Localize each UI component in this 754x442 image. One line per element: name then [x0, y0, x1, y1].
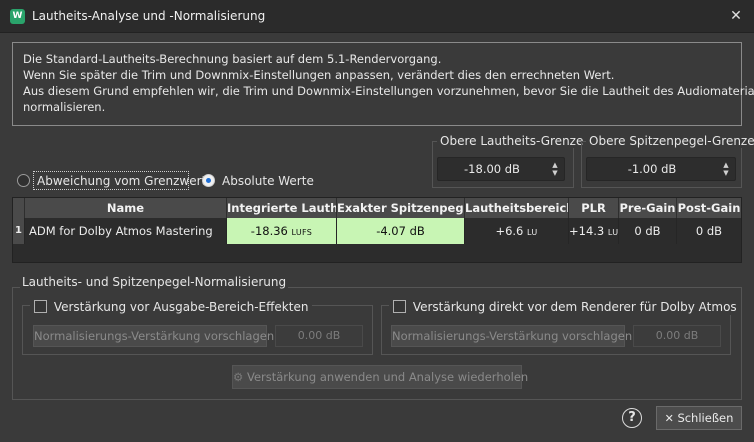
range-unit: LU — [527, 228, 538, 237]
integrated-value: -18.36 — [250, 224, 288, 238]
window-title: Lautheits-Analyse und -Normalisierung — [32, 9, 266, 23]
column-header-true-peak[interactable]: Exakter Spitzenpegel — [337, 198, 465, 218]
plr-unit: LU — [607, 228, 619, 237]
info-box: Die Standard-Lautheits-Berechnung basier… — [12, 42, 754, 126]
suggest-gain-button-left[interactable]: Normalisierungs-Verstärkung vorschlagen — [33, 325, 274, 347]
suggest-gain-button-right[interactable]: Normalisierungs-Verstärkung vorschlagen — [391, 325, 632, 347]
apply-gain-label: Verstärkung anwenden und Analyse wiederh… — [246, 370, 529, 384]
loudness-limit-label: Obere Lautheits-Grenze — [437, 134, 587, 148]
plr-value: +14.3 — [569, 224, 605, 238]
right-checkbox-row: Verstärkung direkt vor dem Renderer für … — [389, 299, 741, 315]
apply-gain-button[interactable]: ⚙ Verstärkung anwenden und Analyse wiede… — [232, 365, 528, 389]
info-line: Wenn Sie später die Trim und Downmix-Ein… — [23, 68, 615, 82]
close-button[interactable]: ✕ Schließen — [656, 406, 742, 430]
deviation-radio[interactable] — [17, 174, 30, 187]
deviation-radio-label[interactable]: Abweichung vom Grenzwert — [37, 174, 206, 188]
table-cell-plr[interactable]: +14.3 LU — [569, 218, 619, 244]
column-header-range[interactable]: Lautheitsbereich — [465, 198, 569, 218]
table-cell-name[interactable]: ADM for Dolby Atmos Mastering — [25, 218, 227, 244]
right-checkbox-label[interactable]: Verstärkung direkt vor dem Renderer für … — [413, 300, 737, 314]
info-line: Aus diesem Grund empfehlen wir, die Trim… — [23, 84, 754, 98]
absolute-radio-label[interactable]: Absolute Werte — [222, 174, 314, 188]
column-header-post-gain[interactable]: Post-Gain — [677, 198, 741, 218]
spin-arrows-icon[interactable]: ▲ ▼ — [721, 161, 731, 177]
left-checkbox-label[interactable]: Verstärkung vor Ausgabe-Bereich-Effekten — [54, 300, 309, 314]
range-value: +6.6 — [495, 224, 524, 238]
peak-limit-label: Obere Spitzenpegel-Grenze — [586, 134, 754, 148]
table-row-index: 1 — [13, 218, 25, 244]
window-close-icon[interactable]: ✕ — [726, 6, 746, 26]
gain-field-right[interactable]: 0.00 dB — [633, 325, 721, 347]
apply-gain-icon: ⚙ — [233, 370, 244, 384]
peak-limit-value: -1.00 dB — [627, 162, 677, 176]
table-cell-integrated[interactable]: -18.36 LUFS — [227, 218, 337, 244]
row-index-header — [13, 198, 25, 218]
normalization-title: Lautheits- und Spitzenpegel-Normalisieru… — [20, 275, 289, 289]
spin-arrows-icon[interactable]: ▲ ▼ — [550, 161, 560, 177]
table-cell-range[interactable]: +6.6 LU — [465, 218, 569, 244]
column-header-name[interactable]: Name — [25, 198, 227, 218]
info-line: Die Standard-Lautheits-Berechnung basier… — [23, 52, 442, 66]
gain-field-left[interactable]: 0.00 dB — [275, 325, 363, 347]
right-checkbox[interactable] — [393, 300, 406, 313]
column-header-integrated[interactable]: Integrierte Lautheit — [227, 198, 337, 218]
left-checkbox-row: Verstärkung vor Ausgabe-Bereich-Effekten — [30, 299, 313, 315]
table-cell-pre-gain[interactable]: 0 dB — [619, 218, 677, 244]
close-icon: ✕ — [664, 412, 674, 425]
peak-limit-spinbox[interactable]: -1.00 dB ▲ ▼ — [586, 157, 736, 181]
column-header-plr[interactable]: PLR — [569, 198, 619, 218]
column-header-pre-gain[interactable]: Pre-Gain — [619, 198, 677, 218]
app-logo-icon: W — [10, 9, 25, 24]
integrated-unit: LUFS — [291, 228, 313, 237]
absolute-radio[interactable] — [202, 174, 215, 187]
loudness-limit-value: -18.00 dB — [464, 162, 520, 176]
left-checkbox[interactable] — [34, 300, 47, 313]
help-icon[interactable]: ? — [622, 408, 642, 428]
loudness-limit-spinbox[interactable]: -18.00 dB ▲ ▼ — [437, 157, 565, 181]
table-cell-true-peak[interactable]: -4.07 dB — [337, 218, 465, 244]
close-button-label: Schließen — [677, 411, 734, 425]
info-line: normalisieren. — [23, 100, 106, 114]
results-table: Name Integrierte Lautheit Exakter Spitze… — [12, 197, 742, 263]
table-cell-post-gain[interactable]: 0 dB — [677, 218, 741, 244]
